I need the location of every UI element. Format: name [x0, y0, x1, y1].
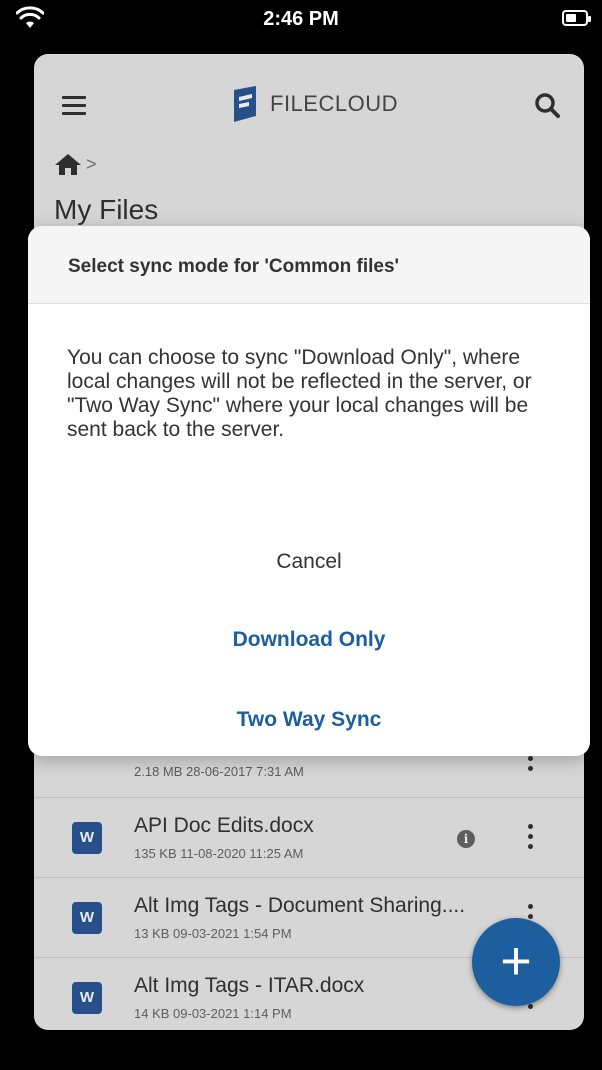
status-bar: 2:46 PM [0, 0, 602, 40]
cancel-button[interactable]: Cancel [28, 550, 590, 574]
dialog-title: Select sync mode for 'Common files' [28, 226, 590, 304]
sync-mode-dialog: Select sync mode for 'Common files' You … [28, 226, 590, 756]
download-only-button[interactable]: Download Only [28, 628, 590, 652]
add-fab-button[interactable]: + [472, 918, 560, 1006]
battery-icon [562, 10, 591, 26]
status-time: 2:46 PM [263, 8, 339, 30]
dialog-message: You can choose to sync "Download Only", … [67, 346, 532, 441]
two-way-sync-button[interactable]: Two Way Sync [28, 708, 590, 732]
